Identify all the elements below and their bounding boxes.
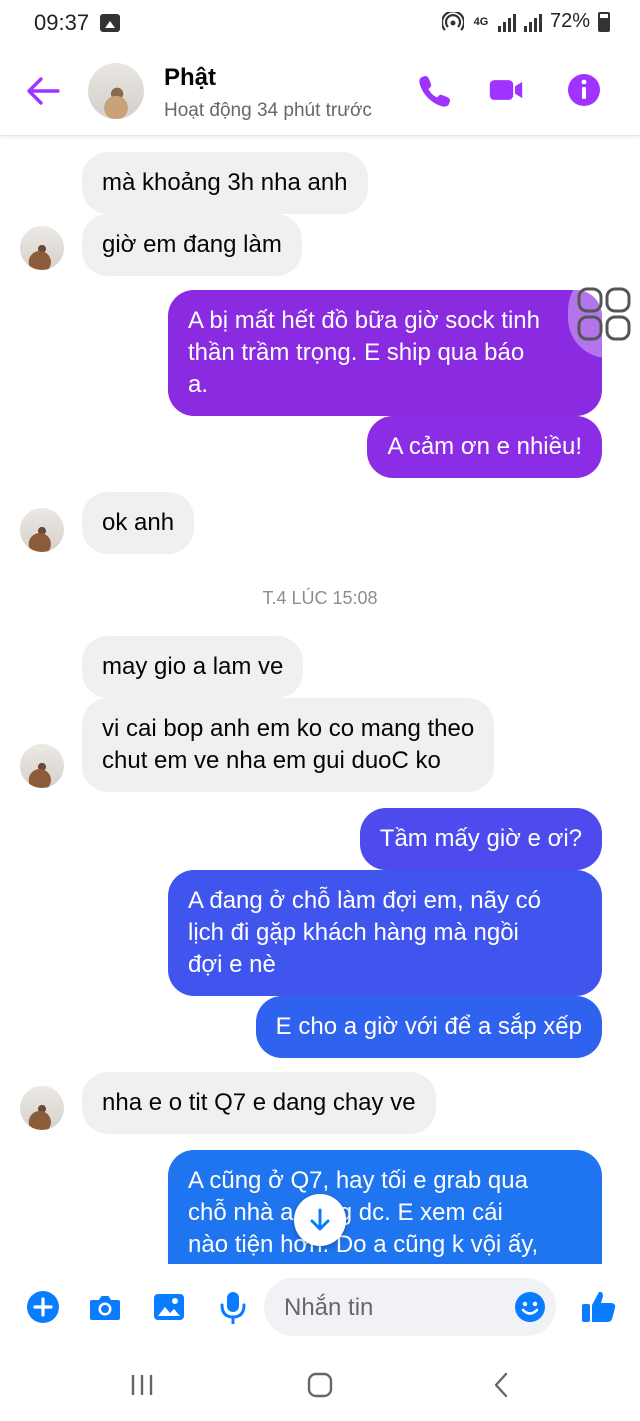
- plus-icon[interactable]: [26, 1290, 60, 1324]
- image-icon[interactable]: [152, 1290, 186, 1324]
- message-input-placeholder: Nhắn tin: [284, 1294, 374, 1321]
- message-list[interactable]: mà khoảng 3h nha anh giờ em đang làm A b…: [0, 136, 640, 1264]
- info-icon[interactable]: [566, 72, 602, 108]
- gallery-notification-icon: [100, 14, 120, 32]
- contact-avatar-small[interactable]: [20, 1086, 64, 1130]
- contact-avatar[interactable]: [88, 63, 144, 119]
- contact-avatar-small[interactable]: [20, 744, 64, 788]
- back-arrow-icon[interactable]: [26, 76, 60, 106]
- incoming-message[interactable]: nha e o tit Q7 e dang chay ve: [82, 1072, 436, 1134]
- outgoing-message[interactable]: A đang ở chỗ làm đợi em, nãy có lịch đi …: [168, 870, 602, 996]
- signal-icon-2: [523, 12, 542, 32]
- battery-icon: [598, 11, 610, 32]
- status-bar: 09:37 4G 72%: [0, 0, 640, 48]
- system-nav-bar: [0, 1350, 640, 1421]
- grid-icon: [577, 287, 631, 341]
- arrow-down-icon: [310, 1208, 330, 1231]
- outgoing-message[interactable]: A cảm ơn e nhiều!: [367, 416, 602, 478]
- scroll-to-bottom-button[interactable]: [294, 1194, 346, 1246]
- recent-apps-icon[interactable]: [124, 1370, 160, 1400]
- camera-icon[interactable]: [88, 1290, 122, 1324]
- outgoing-message[interactable]: Tầm mấy giờ e ơi?: [359, 808, 602, 870]
- emoji-icon[interactable]: [514, 1291, 546, 1323]
- incoming-message[interactable]: vi cai bop anh em ko co mang theo chut e…: [82, 698, 495, 792]
- network-type: 4G: [473, 15, 489, 28]
- incoming-message[interactable]: ok anh: [82, 492, 195, 554]
- outgoing-message[interactable]: A cũng ở Q7, hay tối e grab qua chỗ nhà …: [168, 1150, 602, 1264]
- incoming-message[interactable]: may gio a lam ve: [82, 636, 304, 698]
- back-nav-icon[interactable]: [484, 1370, 520, 1400]
- floating-grid-button[interactable]: [568, 270, 640, 358]
- phone-icon[interactable]: [416, 72, 452, 108]
- contact-avatar-small[interactable]: [20, 226, 64, 270]
- incoming-message[interactable]: giờ em đang làm: [82, 214, 302, 276]
- hotspot-icon: [441, 11, 464, 31]
- message-composer: Nhắn tin: [0, 1264, 640, 1350]
- status-time: 09:37: [34, 10, 90, 35]
- outgoing-message[interactable]: A bị mất hết đồ bữa giờ sock tinh thần t…: [168, 290, 602, 416]
- conversation-header: Phật Hoạt động 34 phút trước: [0, 48, 640, 136]
- message-timestamp: T.4 LÚC 15:08: [262, 588, 378, 608]
- activity-status: Hoạt động 34 phút trước: [164, 100, 372, 121]
- video-camera-icon[interactable]: [488, 72, 524, 108]
- home-icon[interactable]: [302, 1370, 338, 1400]
- outgoing-message[interactable]: E cho a giờ với để a sắp xếp: [255, 996, 602, 1058]
- incoming-message[interactable]: mà khoảng 3h nha anh: [82, 152, 368, 214]
- signal-icon: [497, 12, 516, 32]
- battery-percent: 72%: [549, 10, 590, 32]
- message-input[interactable]: Nhắn tin: [264, 1278, 556, 1336]
- thumbs-up-icon[interactable]: [580, 1288, 618, 1326]
- contact-avatar-small[interactable]: [20, 508, 64, 552]
- status-indicators: 4G 72%: [441, 10, 610, 33]
- contact-name[interactable]: Phật: [164, 64, 216, 92]
- microphone-icon[interactable]: [216, 1290, 250, 1324]
